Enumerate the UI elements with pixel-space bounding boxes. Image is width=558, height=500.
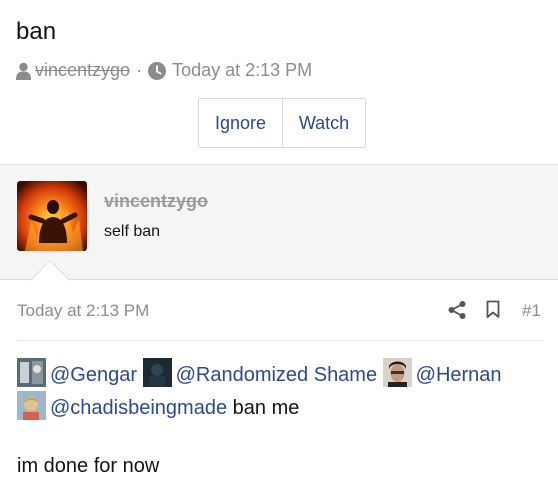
mention-name: @Randomized Shame [175, 364, 378, 386]
share-icon[interactable] [447, 300, 467, 320]
mentions-line: @Gengar @Randomized Shame @Hernan [17, 358, 547, 391]
meta-separator: · [136, 60, 143, 80]
user-title: self ban [104, 223, 161, 240]
watch-button[interactable]: Watch [283, 99, 365, 147]
mentions-line-2: @chadisbeingmade ban me [17, 391, 547, 424]
mention-name: @Hernan [415, 364, 502, 386]
bookmark-icon[interactable] [486, 300, 500, 319]
mention-avatar [142, 358, 172, 387]
mention-hernan[interactable]: @Hernan [382, 358, 502, 387]
mention-gengar[interactable]: @Gengar [17, 358, 138, 387]
ignore-button[interactable]: Ignore [199, 99, 283, 147]
post-author-link[interactable]: vincentzygo [104, 191, 208, 212]
post-body: @Gengar @Randomized Shame @Hernan @chadi… [17, 358, 547, 482]
mention-randomized-shame[interactable]: @Randomized Shame [142, 358, 378, 387]
user-icon [16, 62, 31, 80]
thread-timestamp-link[interactable]: Today at 2:13 PM [172, 60, 312, 81]
mention-name: @Gengar [50, 364, 138, 386]
mention-avatar [382, 358, 412, 387]
post-text-ban-me: ban me [232, 397, 300, 419]
post-user-header: vincentzygo self ban [0, 164, 558, 280]
thread-action-buttons: Ignore Watch [198, 98, 366, 148]
post-text-line: im done for now [17, 455, 160, 477]
mention-chadisbeingmade[interactable]: @chadisbeingmade [17, 391, 228, 420]
avatar[interactable] [17, 181, 87, 251]
post-number-link[interactable]: #1 [522, 301, 541, 321]
clock-icon [148, 61, 167, 80]
thread-title: ban [16, 18, 57, 45]
divider [17, 340, 544, 341]
mention-avatar [17, 358, 46, 387]
thread-author-link[interactable]: vincentzygo [35, 60, 130, 81]
post-date-link[interactable]: Today at 2:13 PM [17, 301, 149, 321]
thread-meta: vincentzygo · Today at 2:13 PM [16, 60, 312, 81]
mention-avatar [17, 391, 46, 420]
mention-name: @chadisbeingmade [50, 397, 228, 419]
